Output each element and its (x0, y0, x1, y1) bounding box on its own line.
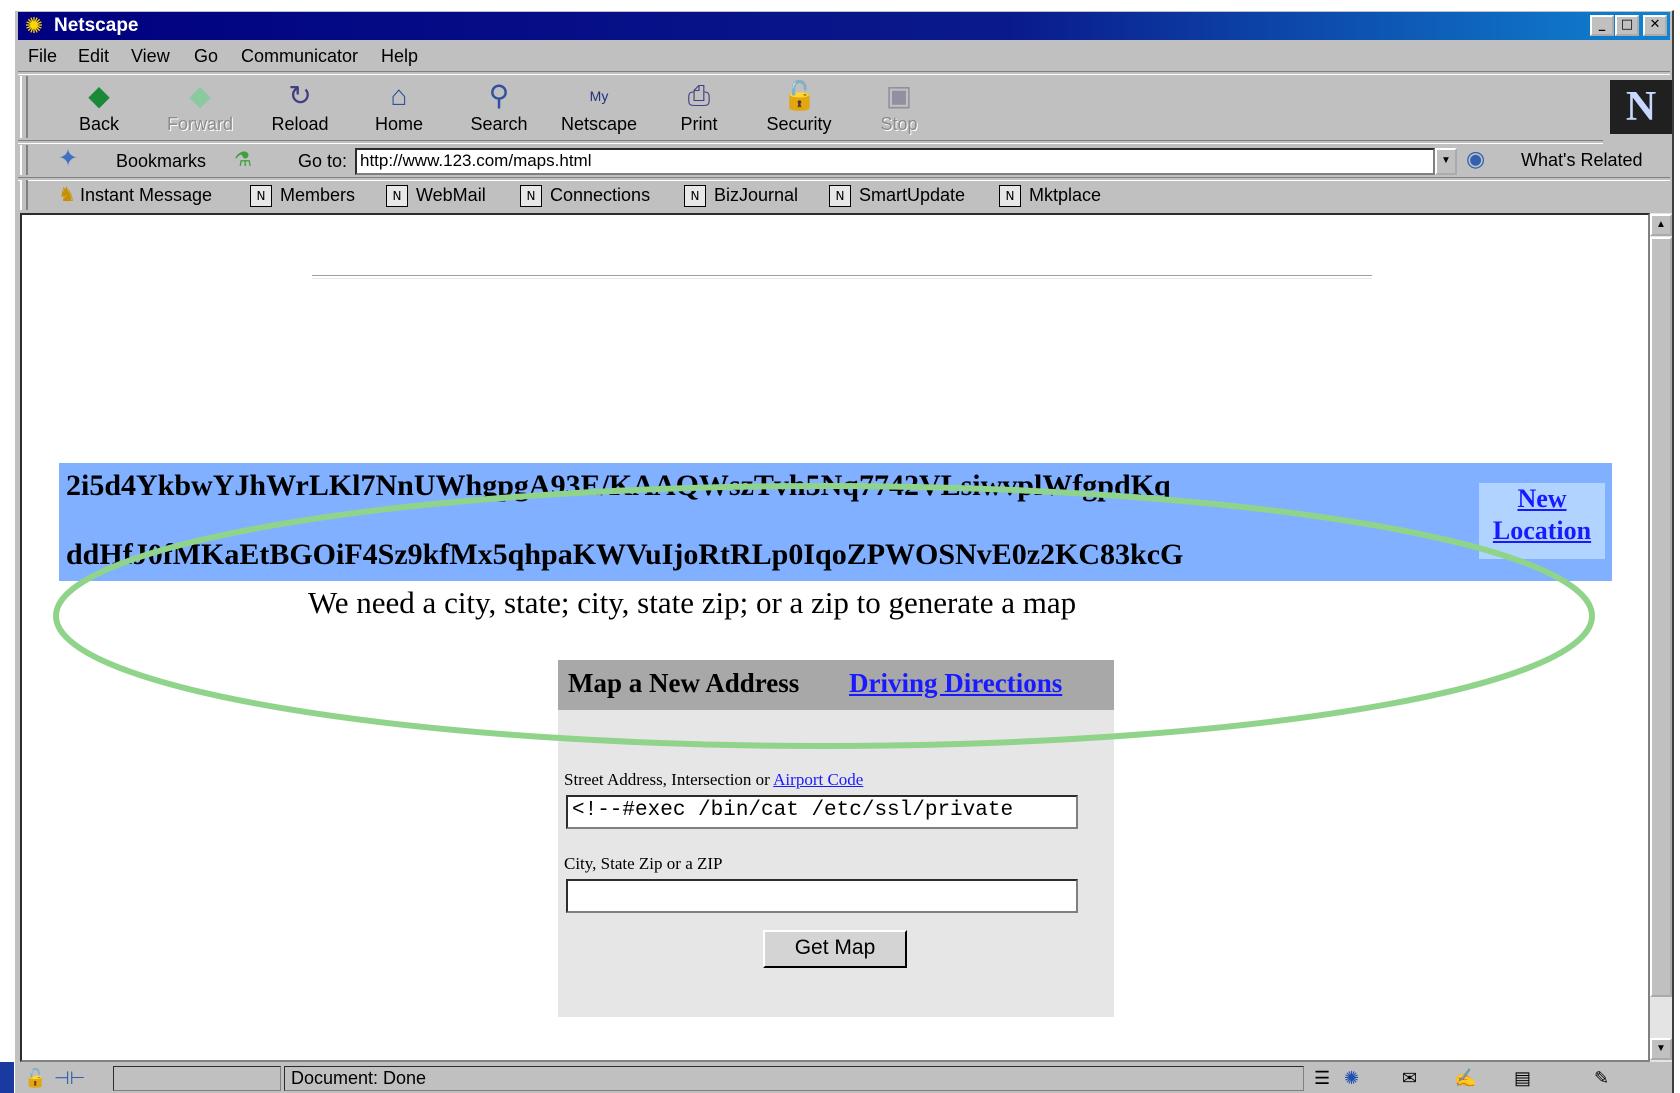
mailbox-icon[interactable]: ✉ (1402, 1067, 1417, 1089)
highlight-ellipse (53, 483, 1595, 749)
security-lock-icon[interactable]: 🔓 (24, 1067, 46, 1089)
composer-icon[interactable]: ▤ (1514, 1067, 1531, 1089)
connection-plug-icon[interactable]: ⊣⊢ (54, 1067, 85, 1089)
highlight-ellipse-annotation (53, 483, 1595, 749)
navigator-icon[interactable]: ✺ (1344, 1067, 1359, 1089)
component-bar-icon[interactable]: ☰ (1314, 1067, 1330, 1089)
discussions-icon[interactable]: ✍ (1454, 1067, 1476, 1089)
status-text: Document: Done (284, 1066, 1304, 1091)
progress-cell (113, 1066, 281, 1091)
pen-icon[interactable]: ✎ (1594, 1067, 1609, 1089)
